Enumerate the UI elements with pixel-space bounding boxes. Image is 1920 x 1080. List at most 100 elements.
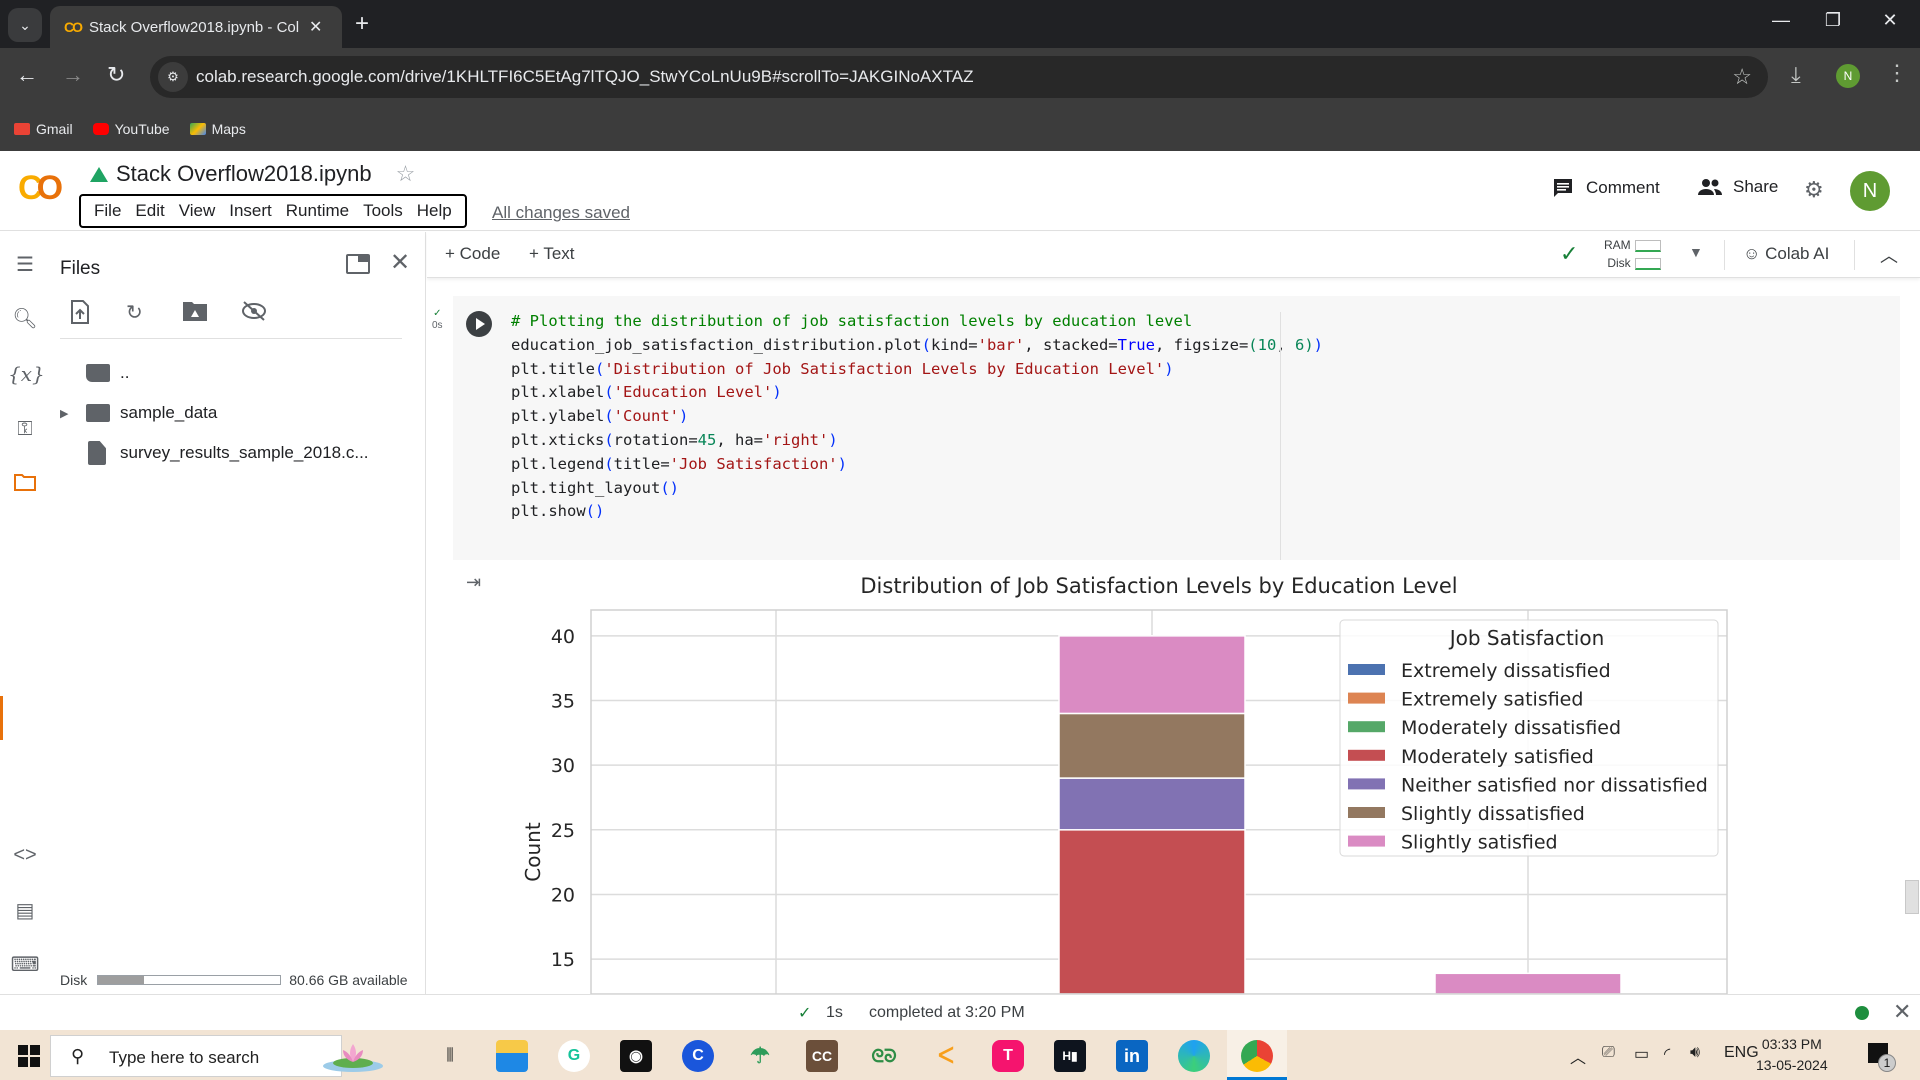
search-icon: ⚲	[71, 1046, 85, 1066]
hide-files-eye-off-icon[interactable]	[240, 300, 268, 328]
c-app-icon[interactable]: C	[682, 1040, 714, 1072]
menu-edit[interactable]: Edit	[128, 201, 171, 221]
download-icon[interactable]: ⤓	[1791, 62, 1801, 88]
new-tab-button[interactable]: +	[355, 10, 369, 38]
star-icon[interactable]: ☆	[396, 161, 416, 187]
maps-icon	[189, 122, 206, 135]
file-item-parent[interactable]: ..	[48, 356, 418, 390]
scrollbar-thumb[interactable]	[1905, 880, 1919, 914]
file-explorer-icon[interactable]	[496, 1040, 528, 1072]
left-rail: ☰ 🔍︎ {x} ⚿ <> ▤ ⌨	[0, 232, 48, 994]
legend-label: Slightly dissatisfied	[1401, 803, 1585, 825]
colab-ai-button[interactable]: ☺ Colab AI	[1743, 244, 1829, 264]
file-item-folder[interactable]: ▶ sample_data	[48, 396, 418, 430]
menu-tools[interactable]: Tools	[356, 201, 410, 221]
resource-meters[interactable]: RAM Disk	[1604, 236, 1661, 272]
open-in-window-icon[interactable]	[346, 254, 370, 274]
task-view-icon[interactable]: ⫼	[434, 1040, 466, 1072]
menu-runtime[interactable]: Runtime	[279, 201, 356, 221]
grammarly-icon[interactable]: G	[558, 1040, 590, 1072]
notebook-title[interactable]: Stack Overflow2018.ipynb	[116, 161, 372, 187]
mount-drive-icon[interactable]	[182, 300, 208, 328]
linkedin-icon[interactable]: in	[1116, 1040, 1148, 1072]
chrome-icon[interactable]	[1241, 1040, 1273, 1072]
code-snippets-icon[interactable]: <>	[8, 844, 42, 867]
divider	[1724, 240, 1725, 270]
command-palette-icon[interactable]: ▤	[8, 898, 42, 923]
show-hidden-icons-icon[interactable]: ︿	[1570, 1044, 1586, 1068]
minimize-icon[interactable]: —	[1761, 10, 1801, 31]
tab-search-button[interactable]: ⌄	[8, 8, 42, 42]
terminal-icon[interactable]: ⌨	[8, 952, 42, 977]
menu-help[interactable]: Help	[410, 201, 459, 221]
legend-title: Job Satisfaction	[1448, 626, 1605, 650]
profile-avatar[interactable]: N	[1836, 64, 1860, 88]
reload-icon[interactable]: ↻	[107, 62, 125, 88]
volume-icon[interactable]: 🔊︎	[1690, 1044, 1700, 1062]
add-code-button[interactable]: + Code	[445, 244, 500, 264]
settings-gear-icon[interactable]: ⚙	[1804, 177, 1824, 203]
colab-ai-icon: ☺	[1743, 244, 1761, 263]
refresh-icon[interactable]: ↻	[126, 300, 143, 325]
status-close-icon[interactable]: ✕	[1893, 999, 1911, 1025]
collapse-header-icon[interactable]: ︿	[1880, 242, 1898, 268]
back-icon[interactable]: ←	[16, 62, 38, 88]
battery-icon[interactable]: ▭	[1634, 1044, 1649, 1064]
code-editor[interactable]: # Plotting the distribution of job satis…	[511, 310, 1323, 524]
menu-insert[interactable]: Insert	[222, 201, 279, 221]
run-cell-button[interactable]	[466, 311, 492, 337]
y-tick-label: 25	[551, 820, 575, 842]
files-folder-icon[interactable]	[8, 472, 42, 498]
comment-button[interactable]: Comment	[1552, 177, 1660, 199]
expand-arrow-icon[interactable]: ▶	[60, 407, 86, 420]
output-actions-icon[interactable]: ⇥	[466, 572, 481, 593]
secrets-key-icon[interactable]: ⚿	[8, 418, 42, 441]
variables-icon[interactable]: {x}	[8, 362, 45, 386]
add-text-button[interactable]: + Text	[529, 244, 575, 264]
disk-available-text: 80.66 GB available	[289, 972, 408, 988]
geeksforgeeks-icon[interactable]: ᘓᘐ	[868, 1040, 900, 1072]
url-text[interactable]: colab.research.google.com/drive/1KHLTFI6…	[196, 67, 973, 87]
system-clock[interactable]: 03:33 PM 13-05-2024	[1756, 1034, 1828, 1076]
search-icon[interactable]: 🔍︎	[8, 306, 42, 331]
taskbar-search[interactable]: ⚲ Type here to search	[50, 1035, 383, 1077]
address-bar[interactable]: ⚙ colab.research.google.com/drive/1KHLTF…	[150, 56, 1768, 98]
google-drive-icon	[90, 166, 108, 182]
meet-now-icon[interactable]: ⎚	[1602, 1044, 1615, 1062]
save-status-link[interactable]: All changes saved	[492, 203, 630, 223]
edge-icon[interactable]	[1178, 1040, 1210, 1072]
site-info-icon[interactable]: ⚙	[158, 62, 188, 92]
tab-close-icon[interactable]: ✕	[309, 17, 322, 37]
bookmark-star-icon[interactable]: ☆	[1732, 64, 1752, 90]
user-avatar[interactable]: N	[1850, 171, 1890, 211]
hackerrank-icon[interactable]: H▮	[1054, 1040, 1086, 1072]
browser-tab-active[interactable]: CO Stack Overflow2018.ipynb - Colab ✕	[50, 6, 342, 48]
forward-icon[interactable]: →	[62, 62, 84, 88]
leetcode-icon[interactable]: ᐸ	[930, 1040, 962, 1072]
colab-logo[interactable]: CO	[18, 169, 63, 208]
browser-menu-icon[interactable]: ⋮	[1886, 60, 1908, 86]
github-icon[interactable]: ◉	[620, 1040, 652, 1072]
close-panel-icon[interactable]: ✕	[390, 248, 410, 277]
menu-file[interactable]: File	[87, 201, 128, 221]
umbrella-app-icon[interactable]: ☂	[744, 1040, 776, 1072]
folder-icon	[86, 404, 110, 422]
codechef-icon[interactable]: CC	[806, 1040, 838, 1072]
bookmark-maps[interactable]: Maps	[189, 121, 246, 137]
share-button[interactable]: Share	[1697, 177, 1778, 197]
legend-label: Extremely dissatisfied	[1401, 660, 1611, 682]
bookmark-youtube[interactable]: YouTube	[92, 121, 170, 137]
wifi-icon[interactable]: ◜	[1664, 1044, 1670, 1064]
runtime-dropdown-icon[interactable]: ▼	[1689, 244, 1703, 260]
bookmark-gmail[interactable]: Gmail	[14, 121, 73, 137]
windows-start-icon[interactable]	[18, 1045, 40, 1067]
window-close-icon[interactable]: ✕	[1870, 10, 1910, 31]
code-line: plt.tight_layout()	[511, 478, 679, 497]
file-item-csv[interactable]: survey_results_sample_2018.c...	[48, 436, 418, 470]
restore-icon[interactable]: ❐	[1813, 10, 1853, 31]
language-indicator[interactable]: ENG	[1724, 1044, 1759, 1062]
menu-view[interactable]: View	[172, 201, 223, 221]
upload-file-icon[interactable]	[70, 300, 90, 330]
tinkercad-icon[interactable]: T	[992, 1040, 1024, 1072]
table-of-contents-icon[interactable]: ☰	[8, 252, 42, 277]
